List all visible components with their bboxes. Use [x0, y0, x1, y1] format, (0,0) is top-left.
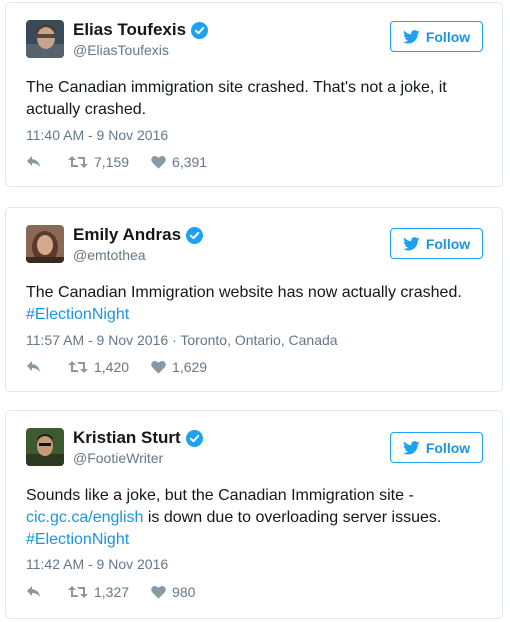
retweet-button[interactable]: 1,327	[68, 584, 129, 600]
display-name[interactable]: Kristian Sturt	[73, 428, 181, 448]
follow-label: Follow	[425, 235, 471, 252]
follow-button[interactable]: Follow	[390, 21, 483, 52]
tweet-body-end: is down due to overloading server issues…	[143, 509, 442, 526]
url-link[interactable]: cic.gc.ca/english	[26, 509, 143, 526]
retweet-count: 7,159	[94, 154, 130, 170]
avatar[interactable]	[26, 225, 64, 263]
user-handle[interactable]: @emtothea	[73, 247, 146, 263]
follow-label: Follow	[425, 439, 471, 456]
user-handle[interactable]: @FootieWriter	[73, 450, 163, 466]
tweet-card: Kristian Sturt @FootieWriter Follow Soun…	[5, 410, 503, 619]
verified-badge-icon	[186, 226, 204, 244]
tweet-meta: 11:42 AM - 9 Nov 2016	[26, 556, 168, 572]
like-count: 6,391	[172, 154, 208, 170]
retweet-icon	[68, 156, 88, 168]
timestamp[interactable]: 11:57 AM - 9 Nov 2016	[26, 332, 168, 348]
retweet-count: 1,327	[94, 584, 130, 600]
hashtag-link[interactable]: #ElectionNight	[26, 306, 129, 323]
location[interactable]: Toronto, Ontario, Canada	[180, 332, 337, 348]
follow-label: Follow	[425, 28, 471, 45]
display-name[interactable]: Elias Toufexis	[73, 20, 186, 40]
display-name[interactable]: Emily Andras	[73, 225, 181, 245]
like-count: 980	[172, 584, 196, 600]
twitter-bird-icon	[402, 236, 420, 250]
retweet-icon	[68, 586, 88, 598]
tweet-text: The Canadian Immigration website has now…	[26, 282, 482, 326]
timestamp[interactable]: 11:40 AM - 9 Nov 2016	[26, 127, 168, 143]
follow-button[interactable]: Follow	[390, 228, 483, 259]
reply-button[interactable]	[26, 585, 48, 599]
verified-badge-icon	[185, 429, 203, 447]
twitter-bird-icon	[402, 29, 420, 43]
tweet-body-start: Sounds like a joke, but the Canadian Imm…	[26, 487, 414, 504]
retweet-button[interactable]: 1,420	[68, 359, 129, 375]
tweet-timestamp[interactable]: 11:40 AM - 9 Nov 2016	[26, 127, 168, 143]
heart-icon	[151, 155, 166, 169]
tweet-body: The Canadian Immigration website has now…	[26, 284, 462, 301]
tweet-actions: 7,159 6,391	[26, 154, 207, 170]
avatar[interactable]	[26, 20, 64, 58]
reply-icon	[27, 156, 40, 167]
like-button[interactable]: 980	[151, 584, 195, 600]
tweet-text: The Canadian immigration site crashed. T…	[26, 79, 447, 118]
like-button[interactable]: 1,629	[151, 359, 207, 375]
avatar[interactable]	[26, 428, 64, 466]
verified-badge-icon	[191, 21, 209, 39]
tweet-actions: 1,420 1,629	[26, 359, 207, 375]
reply-button[interactable]	[26, 360, 48, 374]
tweet-meta: 11:57 AM - 9 Nov 2016 · Toronto, Ontario…	[26, 332, 338, 348]
reply-button[interactable]	[26, 155, 48, 169]
tweet-card: Elias Toufexis @EliasToufexis Follow The…	[5, 2, 503, 187]
twitter-bird-icon	[402, 440, 420, 454]
tweet-text: Sounds like a joke, but the Canadian Imm…	[26, 485, 482, 551]
retweet-button[interactable]: 7,159	[68, 154, 129, 170]
like-count: 1,629	[172, 359, 208, 375]
heart-icon	[151, 585, 166, 599]
reply-icon	[27, 361, 40, 372]
tweet-actions: 1,327 980	[26, 584, 195, 600]
user-handle[interactable]: @EliasToufexis	[73, 42, 169, 58]
like-button[interactable]: 6,391	[151, 154, 207, 170]
tweet-card: Emily Andras @emtothea Follow The Canadi…	[5, 207, 503, 392]
hashtag-link[interactable]: #ElectionNight	[26, 531, 129, 548]
retweet-icon	[68, 361, 88, 373]
retweet-count: 1,420	[94, 359, 130, 375]
heart-icon	[151, 360, 166, 374]
follow-button[interactable]: Follow	[390, 432, 483, 463]
timestamp[interactable]: 11:42 AM - 9 Nov 2016	[26, 556, 168, 572]
reply-icon	[27, 586, 40, 597]
